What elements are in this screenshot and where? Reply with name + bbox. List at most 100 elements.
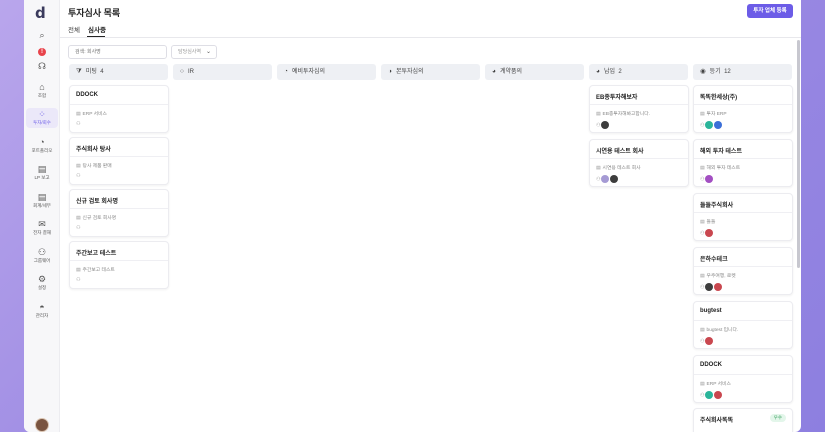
funnel-icon: ⧩: [76, 68, 82, 75]
deal-card[interactable]: 신규 검토 회사명 ▤ 신규 검토 회사명 ⚇: [69, 189, 169, 237]
report-icon: ▤: [37, 192, 47, 202]
divider: [70, 208, 168, 209]
target-icon: ◉: [700, 68, 706, 75]
card-title: bugtest: [700, 308, 722, 314]
card-description: ▤ 해외 투자 테스트: [700, 166, 741, 171]
column-header-payment[interactable]: ◕ 납입 2: [589, 64, 688, 80]
avatar: [705, 337, 714, 345]
card-title: DDOCK: [700, 362, 722, 368]
card-description: ▤ ERP 서비스: [76, 112, 107, 117]
card-title: 들들주식회사: [700, 203, 734, 209]
deal-card[interactable]: 해외 투자 테스트 ▤ 해외 투자 테스트 ⚇: [693, 139, 793, 187]
avatar: [610, 175, 619, 183]
card-description: ▤ EB종투자해봐고합니다.: [596, 112, 650, 117]
card-title: 주식회사똑똑: [700, 418, 734, 424]
card-title: 주식회사 탕사: [76, 147, 111, 153]
admin-icon: ◓: [39, 302, 45, 312]
column-header-contract[interactable]: ◕ 계약품의: [485, 64, 584, 80]
divider: [694, 374, 792, 375]
column-header-registry[interactable]: ◉ 등기 12: [693, 64, 792, 80]
person-icon: ⚇: [596, 176, 601, 183]
logo[interactable]: d: [35, 4, 46, 22]
circle-three-quarter-icon: ◕: [492, 68, 496, 75]
page-title: 투자심사 목록: [68, 8, 121, 18]
status-badge: 우수: [769, 414, 786, 422]
avatar: [705, 391, 714, 399]
column-header-pre-review[interactable]: ◔ 예비투자심의: [277, 64, 376, 80]
column-header-ir[interactable]: ○ IR: [173, 64, 272, 80]
avatar: [705, 175, 714, 183]
assignees: ⚇: [700, 121, 723, 129]
card-description: ▤ 우주여행, 로켓: [700, 274, 736, 279]
assignees: ⚇: [596, 121, 610, 129]
card-title: 해외 투자 테스트: [700, 149, 742, 155]
divider: [694, 212, 792, 213]
circle-quarter-icon: ◔: [284, 68, 288, 75]
building-icon: ▤: [596, 112, 601, 117]
deal-card[interactable]: 똑똑한세상(주) ▤ 투자 ERP ⚇: [693, 85, 793, 133]
sidebar-item-lp-report[interactable]: ▤ LP 보고: [26, 164, 58, 181]
card-description: ▤ 신규 검토 회사명: [76, 216, 117, 221]
sidebar: d ⌕ ! ☊ ⌂ 조합 ⁘ 투자/회수 ◔ 포트폴리오 ▤ LP 보고 ▤ 회…: [24, 0, 60, 432]
avatar: [601, 175, 610, 183]
person-icon: ⚇: [700, 230, 705, 237]
person-icon: ⚇: [700, 338, 705, 345]
card-description: ▤ 탕사 제품 판매: [76, 164, 112, 169]
search-input[interactable]: [68, 45, 167, 59]
building-icon: ▤: [76, 112, 81, 117]
sidebar-item-label: 그룹웨어: [33, 258, 51, 263]
vertical-scrollbar[interactable]: [797, 40, 800, 268]
column-header-main-review[interactable]: ◑ 본투자심의: [381, 64, 480, 80]
register-company-button[interactable]: 투자 업체 등록: [747, 4, 793, 18]
sidebar-item-approval[interactable]: ✉ 전자 결재: [26, 219, 58, 236]
assignees: ⚇: [700, 391, 723, 399]
tab-all[interactable]: 전체: [68, 24, 80, 34]
deal-card[interactable]: DDOCK ▤ ERP 서비스 ⚇: [69, 85, 169, 133]
deal-card[interactable]: EB종투자해보자 ▤ EB종투자해봐고합니다. ⚇: [589, 85, 689, 133]
sidebar-item-fund[interactable]: ⌂ 조합: [26, 82, 58, 99]
user-avatar[interactable]: [35, 418, 49, 432]
document-icon: ▤: [37, 164, 47, 174]
sidebar-item-settings[interactable]: ⚙ 설정: [26, 274, 58, 291]
card-title: 신규 검토 회사명: [76, 199, 118, 205]
assignees: ⚇: [700, 283, 723, 291]
deal-card[interactable]: 들들주식회사 ▤ 들들 ⚇: [693, 193, 793, 241]
sidebar-item-accounting[interactable]: ▤ 회계/세무: [26, 192, 58, 209]
sidebar-item-portfolio[interactable]: ◔ 포트폴리오: [26, 137, 58, 154]
deal-card[interactable]: 주식회사똑똑 우수: [693, 408, 793, 432]
person-icon: ⚇: [596, 122, 601, 129]
circle-half-icon: ◑: [388, 68, 392, 75]
sidebar-item-label: 회계/세무: [33, 203, 51, 208]
deal-card[interactable]: 주간보고 테스트 ▤ 주간보고 테스트 ⚇: [69, 241, 169, 289]
deal-card[interactable]: 시연용 테스트 회사 ▤ 시연용 테스트 회사 ⚇: [589, 139, 689, 187]
deal-card[interactable]: 주식회사 탕사 ▤ 탕사 제품 판매 ⚇: [69, 137, 169, 185]
sidebar-item-label: 조합: [37, 93, 47, 98]
card-title: 은하수테크: [700, 257, 728, 263]
sidebar-item-investment[interactable]: ⁘ 투자/회수: [26, 108, 58, 128]
reviewer-filter-select[interactable]: 담당심사역 ⌄: [171, 45, 217, 59]
assignees: ⚇: [700, 337, 714, 345]
headset-icon[interactable]: ☊: [24, 61, 60, 72]
sidebar-item-label: 투자/회수: [33, 120, 51, 125]
divider: [70, 260, 168, 261]
divider: [694, 320, 792, 321]
card-description: ▤ 주간보고 테스트: [76, 268, 115, 273]
tab-under-review[interactable]: 심사중: [88, 24, 106, 34]
sidebar-item-groupware[interactable]: ⚇ 그룹웨어: [26, 247, 58, 264]
deal-card[interactable]: 은하수테크 ▤ 우주여행, 로켓 ⚇: [693, 247, 793, 295]
card-title: DDOCK: [76, 92, 98, 98]
alert-icon[interactable]: !: [24, 45, 60, 56]
avatar: [705, 229, 714, 237]
circle-full-icon: ◕: [596, 68, 600, 75]
divider: [70, 156, 168, 157]
pie-chart-icon: ◔: [39, 137, 45, 147]
search-icon[interactable]: ⌕: [24, 30, 60, 41]
sidebar-item-admin[interactable]: ◓ 관리자: [26, 302, 58, 319]
avatar: [601, 121, 610, 129]
home-icon: ⌂: [39, 82, 45, 92]
column-header-meeting[interactable]: ⧩ 미팅 4: [69, 64, 168, 80]
deal-card[interactable]: DDOCK ▤ ERP 서비스 ⚇: [693, 355, 793, 403]
person-icon: ⚇: [700, 392, 705, 399]
card-title: 똑똑한세상(주): [700, 95, 738, 101]
deal-card[interactable]: bugtest ▤ bugtest 입니다. ⚇: [693, 301, 793, 349]
